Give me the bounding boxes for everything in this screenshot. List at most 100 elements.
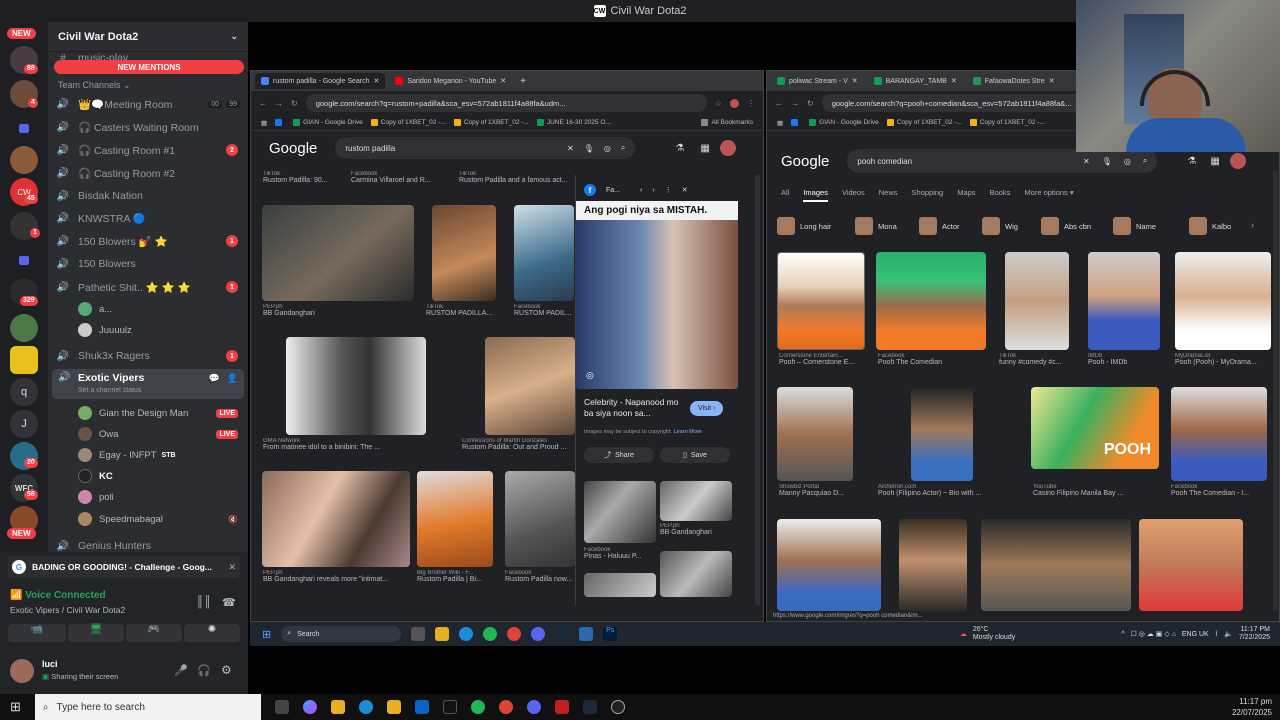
- google-logo[interactable]: Google: [269, 140, 317, 157]
- tray-icons[interactable]: ☐ ◎ ☁ ▣ ◇ ⌂: [1131, 630, 1176, 638]
- image-caption[interactable]: TikTok Rustom Padilla and a famous act...: [459, 171, 579, 184]
- new-badge-bottom[interactable]: NEW: [7, 528, 36, 539]
- server-icon-3[interactable]: [10, 146, 38, 174]
- steam-icon[interactable]: [582, 700, 597, 714]
- tab-news[interactable]: News: [879, 188, 898, 202]
- url-field[interactable]: google.com/search?q=rustom+padilla&sca_e…: [305, 94, 707, 112]
- image-caption[interactable]: GMA Network From matinee idol to a binibi…: [263, 438, 443, 451]
- channel-meeting-room[interactable]: 🔊 👑🗨️Meeting Room 00 99: [56, 94, 242, 114]
- search-input[interactable]: rustom padilla ✕ 🎙 ◎ ⌕: [335, 137, 636, 159]
- server-icon-j[interactable]: J: [10, 410, 38, 438]
- tab-images[interactable]: Images: [803, 188, 828, 202]
- filter-chip[interactable]: Kalbo: [1189, 215, 1231, 237]
- apps-grid-icon[interactable]: ▦: [1210, 156, 1219, 167]
- result-image[interactable]: [777, 387, 853, 481]
- voice-user[interactable]: Owa LIVE: [78, 424, 238, 444]
- chrome-icon[interactable]: [498, 700, 513, 714]
- channel-knwstra[interactable]: 🔊 KNWSTRA 🔵: [56, 208, 242, 228]
- new-badge-top[interactable]: NEW: [7, 28, 36, 39]
- result-image[interactable]: [485, 337, 575, 435]
- google-logo[interactable]: Google: [781, 153, 829, 170]
- folder-icon[interactable]: [10, 246, 38, 274]
- lens-icon[interactable]: ◎: [604, 144, 611, 153]
- file-explorer-icon[interactable]: [386, 700, 401, 714]
- weather-icon[interactable]: ☁: [960, 630, 967, 638]
- filter-chip[interactable]: Mona: [855, 215, 897, 237]
- disconnect-icon[interactable]: ☎: [222, 596, 236, 609]
- chrome-icon[interactable]: [507, 627, 522, 641]
- taskbar-clock[interactable]: 11:17 pm 22/07/2025: [1232, 696, 1280, 718]
- result-image[interactable]: [777, 519, 881, 611]
- bookmark-item[interactable]: Copy of 1XBET_02 -...: [370, 118, 446, 126]
- windows-start-icon[interactable]: ⊞: [10, 699, 21, 715]
- obs-icon[interactable]: [610, 700, 625, 714]
- bookmark-item[interactable]: Copy of 1XBET_02 -...: [886, 118, 962, 126]
- headphones-icon[interactable]: 🎧: [197, 664, 211, 677]
- chat-icon[interactable]: 💬: [209, 373, 220, 384]
- image-caption[interactable]: Facebook Carmina Villaroel and R...: [351, 171, 441, 184]
- image-caption[interactable]: Showbiz Portal Manny Pacquiao D...: [779, 484, 859, 497]
- related-image[interactable]: [660, 551, 732, 597]
- image-caption[interactable]: YouTube Casino Filipino Manila Bay ...: [1033, 484, 1161, 497]
- bookmark-item[interactable]: JUNE 16-30 2025 O...: [536, 118, 611, 126]
- edge-icon[interactable]: [459, 627, 474, 641]
- calculator-icon[interactable]: [330, 700, 345, 714]
- filter-chip[interactable]: Long hair: [777, 215, 831, 237]
- scrollbar[interactable]: [1273, 171, 1278, 611]
- screen-share-button[interactable]: 🖥: [68, 624, 124, 642]
- voice-user[interactable]: a...: [78, 299, 238, 319]
- voice-user[interactable]: Gian the Design Man LIVE: [78, 403, 238, 423]
- close-icon[interactable]: ✕: [852, 77, 858, 85]
- result-image[interactable]: [876, 252, 986, 350]
- discord-icon[interactable]: [531, 627, 546, 641]
- photoshop-icon[interactable]: Ps: [603, 627, 618, 641]
- close-icon[interactable]: ✕: [500, 77, 506, 85]
- lens-icon[interactable]: ◎: [1124, 157, 1131, 166]
- server-icon-7[interactable]: [10, 346, 38, 374]
- filter-chip[interactable]: Wig: [982, 215, 1018, 237]
- back-icon[interactable]: ←: [259, 99, 267, 108]
- filter-chip[interactable]: Abs cbn: [1041, 215, 1091, 237]
- tab-all[interactable]: All: [781, 188, 789, 202]
- edge-icon[interactable]: [358, 700, 373, 714]
- close-icon[interactable]: ✕: [682, 186, 688, 194]
- windows-start-icon[interactable]: ⊞: [262, 628, 271, 641]
- image-caption[interactable]: Facebook Pinas - Haluuu P...: [584, 547, 660, 560]
- shared-search-box[interactable]: ⌕ Search: [281, 626, 402, 642]
- tab-barangay[interactable]: BARANGAY_TAMB ✕: [868, 73, 963, 89]
- volume-icon[interactable]: 🔈: [1224, 630, 1233, 638]
- image-caption[interactable]: IMDb Pooh - IMDb: [1088, 353, 1162, 366]
- image-caption[interactable]: Facebook Pooh The Comedian: [878, 353, 984, 366]
- image-caption[interactable]: Confessions of Martin Gonzales Rustom Pad…: [462, 438, 577, 451]
- server-icon-6[interactable]: [10, 314, 38, 342]
- labs-icon[interactable]: ⚗: [675, 143, 684, 154]
- related-image[interactable]: [660, 481, 732, 521]
- menu-icon[interactable]: ⋮: [747, 99, 755, 108]
- apps-icon[interactable]: ▦: [777, 119, 783, 127]
- settings-gear-icon[interactable]: ⚙: [221, 663, 232, 677]
- voice-user[interactable]: poli: [78, 487, 238, 507]
- app-icon[interactable]: [579, 627, 594, 641]
- result-image[interactable]: [911, 387, 973, 481]
- image-caption[interactable]: TikTok RUSTOM PADILLA...: [426, 304, 506, 317]
- image-caption[interactable]: Facebook Rustom Padilla now...: [505, 570, 579, 583]
- related-image[interactable]: [584, 573, 656, 597]
- forward-icon[interactable]: →: [791, 99, 799, 108]
- spotify-icon[interactable]: [483, 627, 498, 641]
- apps-icon[interactable]: ▦: [261, 119, 267, 127]
- voice-location[interactable]: Exotic Vipers / Civil War Dota2: [10, 605, 125, 615]
- next-icon[interactable]: ›: [652, 187, 654, 194]
- avatar[interactable]: [10, 659, 34, 683]
- scrollbar[interactable]: [755, 175, 760, 605]
- taskbar-search-input[interactable]: ⌕ Type here to search: [34, 694, 261, 720]
- channel-casting-room-2[interactable]: 🔊 🎧 Casting Room #2: [56, 163, 242, 183]
- category-team-channels[interactable]: Team Channels ⌄: [58, 80, 131, 91]
- result-image[interactable]: [417, 471, 493, 567]
- result-image[interactable]: [1005, 252, 1069, 350]
- result-image[interactable]: [262, 471, 410, 567]
- lens-icon[interactable]: ◎: [586, 370, 594, 381]
- result-image[interactable]: POOH: [1031, 387, 1159, 469]
- close-icon[interactable]: ✕: [951, 77, 957, 85]
- result-image[interactable]: [514, 205, 574, 301]
- image-caption[interactable]: PEP.ph BB Gandanghari reveals more "intim…: [263, 570, 413, 583]
